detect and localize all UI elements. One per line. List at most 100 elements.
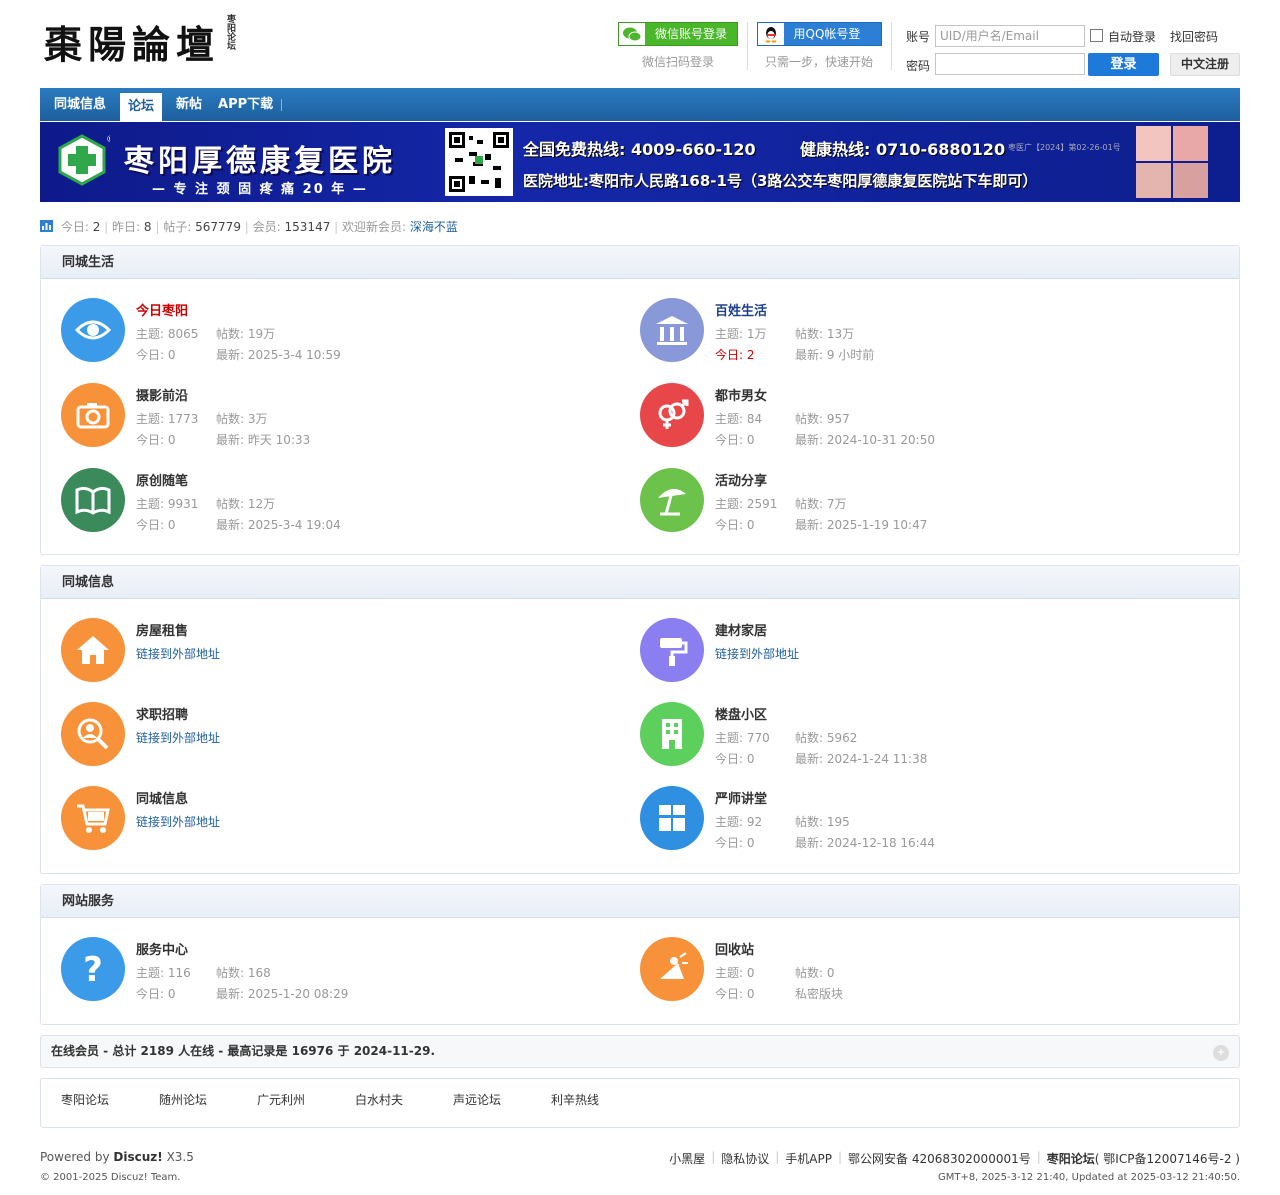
forum-item[interactable]: 建材家居链接到外部地址: [640, 618, 1200, 688]
house-icon[interactable]: [61, 618, 125, 682]
account-input[interactable]: UID/用户名/Email: [935, 25, 1085, 47]
qq-login-button[interactable]: 用QQ帐号登录: [757, 22, 882, 63]
login-button[interactable]: 登录: [1088, 53, 1159, 76]
building-icon[interactable]: [640, 702, 704, 766]
cart-icon[interactable]: [61, 786, 125, 850]
forum-name[interactable]: 都市男女: [715, 385, 767, 404]
forum-item[interactable]: ? 服务中心 主题: 116 帖数: 168 今日: 0 最新: 2025-1-20 08…: [61, 937, 621, 1007]
forum-item[interactable]: 回收站 主题: 0 帖数: 0 今日: 0 私密版块: [640, 937, 1200, 1007]
forum-item[interactable]: 百姓生活 主题: 1万 帖数: 13万 今日: 2 最新: 9 小时前: [640, 298, 1200, 368]
umbrella-icon[interactable]: [640, 468, 704, 532]
forum-name[interactable]: 房屋租售: [136, 620, 188, 639]
friend-link[interactable]: 利辛热线: [551, 1091, 649, 1127]
friend-link[interactable]: 随州论坛: [159, 1091, 257, 1127]
forum-latest[interactable]: 最新: 2024-1-24 11:38: [795, 750, 927, 767]
forum-item[interactable]: 房屋租售链接到外部地址: [61, 618, 621, 688]
forum-stats: 今日: 2 | 昨日: 8 | 帖子: 567779 | 会员: 153147 …: [40, 218, 458, 235]
footer-link[interactable]: 手机APP: [779, 1150, 838, 1167]
footer-link[interactable]: 隐私协议: [715, 1150, 775, 1167]
forum-latest[interactable]: 私密版块: [795, 985, 843, 1002]
forum-latest[interactable]: 最新: 2025-3-4 10:59: [216, 346, 341, 363]
auto-login-checkbox[interactable]: [1090, 29, 1103, 42]
stats-chart-icon: [40, 220, 53, 232]
friend-link[interactable]: 白水村夫: [355, 1091, 453, 1127]
bank-icon[interactable]: [640, 298, 704, 362]
forum-latest[interactable]: 最新: 2024-12-18 16:44: [795, 834, 935, 851]
forum-name[interactable]: 摄影前沿: [136, 385, 188, 404]
divider: [747, 22, 748, 70]
external-link[interactable]: 链接到外部地址: [136, 645, 220, 662]
forum-name[interactable]: 严师讲堂: [715, 788, 767, 807]
forum-name[interactable]: 同城信息: [136, 788, 188, 807]
discuz-link[interactable]: Discuz!: [113, 1150, 162, 1164]
forum-threads: 主题: 116: [136, 966, 191, 980]
footer-link[interactable]: 枣阳论坛: [1041, 1150, 1095, 1167]
nav-item-forum[interactable]: 论坛: [120, 93, 163, 121]
footer-link[interactable]: 鄂公网安备 42068302000001号: [842, 1150, 1037, 1167]
forum-item[interactable]: 求职招聘链接到外部地址: [61, 702, 621, 772]
forum-threads: 主题: 0: [715, 966, 755, 980]
forum-latest[interactable]: 最新: 9 小时前: [795, 346, 874, 363]
forum-name[interactable]: 百姓生活: [715, 300, 767, 319]
forum-item[interactable]: 同城信息链接到外部地址: [61, 786, 621, 856]
friend-link[interactable]: 声远论坛: [453, 1091, 551, 1127]
friend-link[interactable]: 广元利州: [257, 1091, 355, 1127]
external-link[interactable]: 链接到外部地址: [715, 645, 799, 662]
eye-icon[interactable]: [61, 298, 125, 362]
forum-latest[interactable]: 最新: 2024-10-31 20:50: [795, 431, 935, 448]
forum-name[interactable]: 楼盘小区: [715, 704, 767, 723]
book-icon[interactable]: [61, 468, 125, 532]
forum-name[interactable]: 原创随笔: [136, 470, 188, 489]
footer-link[interactable]: ( 鄂ICP备12007146号-2 ): [1095, 1150, 1240, 1167]
nav-item-city-info[interactable]: 同城信息: [46, 88, 114, 121]
forum-item[interactable]: 都市男女 主题: 84 帖数: 957 今日: 0 最新: 2024-10-31 20:…: [640, 383, 1200, 453]
footer-links: 小黑屋 | 隐私协议 | 手机APP | 鄂公网安备 42068302000001号 |…: [663, 1150, 1240, 1167]
password-input[interactable]: [935, 53, 1085, 75]
forum-item[interactable]: 楼盘小区 主题: 770 帖数: 5962 今日: 0 最新: 2024-1-24 11…: [640, 702, 1200, 772]
ad-banner[interactable]: ® 枣阳厚德康复医院 — 专 注 颈 固 疼 痛 20 年 — 全国免费热线: …: [40, 122, 1240, 202]
external-link[interactable]: 链接到外部地址: [136, 729, 220, 746]
forum-name[interactable]: 活动分享: [715, 470, 767, 489]
nav-item-app-download[interactable]: APP下载: [210, 88, 281, 121]
forum-latest[interactable]: 最新: 2025-3-4 19:04: [216, 516, 341, 533]
search-person-icon[interactable]: [61, 702, 125, 766]
banner-health-line: 健康热线: 0710-6880120: [800, 140, 1006, 159]
section-title[interactable]: 同城信息: [41, 566, 1239, 599]
camera-icon[interactable]: [61, 383, 125, 447]
forum-latest[interactable]: 最新: 昨天 10:33: [216, 431, 310, 448]
newest-member-link[interactable]: 深海不蓝: [410, 220, 458, 234]
expand-icon[interactable]: +: [1213, 1045, 1229, 1061]
section-title[interactable]: 同城生活: [41, 246, 1239, 279]
recycle-icon[interactable]: [640, 937, 704, 1001]
forum-name[interactable]: 回收站: [715, 939, 754, 958]
forum-latest[interactable]: 最新: 2025-1-19 10:47: [795, 516, 927, 533]
external-link[interactable]: 链接到外部地址: [136, 813, 220, 830]
grid-icon[interactable]: [640, 786, 704, 850]
gender-icon[interactable]: [640, 383, 704, 447]
forum-item[interactable]: 严师讲堂 主题: 92 帖数: 195 今日: 0 最新: 2024-12-18 16:…: [640, 786, 1200, 856]
nav-item-new-posts[interactable]: 新帖: [168, 88, 210, 121]
forum-item[interactable]: 原创随笔 主题: 9931 帖数: 12万 今日: 0 最新: 2025-3-4 19:…: [61, 468, 621, 538]
friend-link[interactable]: 枣阳论坛: [61, 1091, 159, 1127]
section-title[interactable]: 网站服务: [41, 885, 1239, 918]
qq-penguin-icon: [758, 23, 784, 45]
question-icon[interactable]: ?: [61, 937, 125, 1001]
forum-name[interactable]: 服务中心: [136, 939, 188, 958]
forum-name[interactable]: 求职招聘: [136, 704, 188, 723]
paint-roller-icon[interactable]: [640, 618, 704, 682]
find-password-link[interactable]: 找回密码: [1170, 28, 1218, 45]
footer-link[interactable]: 小黑屋: [663, 1150, 711, 1167]
forum-name[interactable]: 今日枣阳: [136, 300, 188, 319]
forum-name[interactable]: 建材家居: [715, 620, 767, 639]
register-button[interactable]: 中文注册: [1170, 53, 1240, 76]
qr-code-icon: [445, 128, 513, 196]
forum-item[interactable]: 活动分享 主题: 2591 帖数: 7万 今日: 0 最新: 2025-1-19 10:…: [640, 468, 1200, 538]
forum-item[interactable]: 摄影前沿 主题: 1773 帖数: 3万 今日: 0 最新: 昨天 10:33: [61, 383, 621, 453]
banner-slogan: — 专 注 颈 固 疼 痛 20 年 —: [152, 182, 368, 197]
stat-today: 2: [92, 220, 101, 234]
site-logo[interactable]: 棗陽論壇 枣阳论坛: [44, 14, 237, 69]
wechat-login-button[interactable]: 微信账号登录: [618, 22, 738, 46]
online-members-bar[interactable]: 在线会员 - 总计 2189 人在线 - 最高记录是 16976 于 2024-…: [40, 1035, 1240, 1068]
forum-latest[interactable]: 最新: 2025-1-20 08:29: [216, 985, 348, 1002]
forum-item[interactable]: 今日枣阳 主题: 8065 帖数: 19万 今日: 0 最新: 2025-3-4 10:…: [61, 298, 621, 368]
